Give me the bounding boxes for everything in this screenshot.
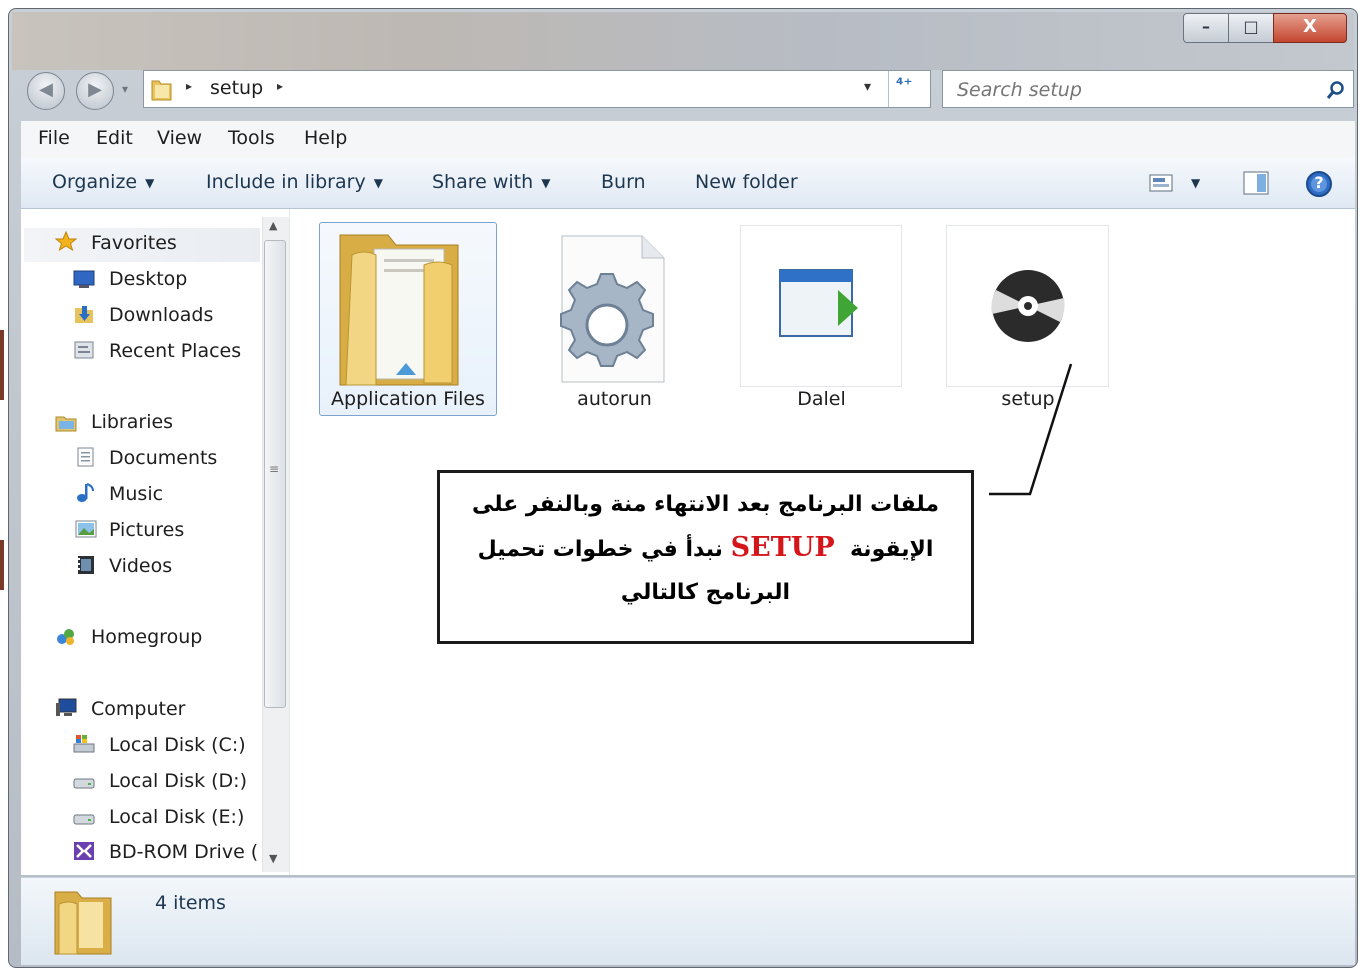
recent-places-icon bbox=[74, 341, 94, 359]
homegroup-icon bbox=[57, 629, 74, 645]
include-in-library-label: Include in library bbox=[206, 171, 366, 193]
breadcrumb-separator[interactable]: ▸ bbox=[277, 79, 283, 93]
system-drive-icon bbox=[73, 735, 95, 753]
item-count: 4 items bbox=[155, 892, 226, 914]
annotation-keyword: SETUP bbox=[730, 532, 835, 563]
folder-icon bbox=[54, 891, 112, 955]
annotation-word: نبدأ في خطوات تحميل bbox=[477, 537, 723, 562]
application-icon bbox=[779, 269, 858, 337]
search-input[interactable] bbox=[955, 78, 1299, 102]
bd-rom-drive-icon bbox=[74, 842, 94, 860]
file-item-dalel[interactable] bbox=[740, 222, 903, 416]
annotation-pointer bbox=[989, 363, 1073, 496]
preview-pane-icon[interactable] bbox=[1243, 171, 1269, 195]
views-dropdown[interactable]: ▼ bbox=[1191, 176, 1200, 190]
setup-disc-icon bbox=[991, 270, 1065, 342]
search-icon[interactable] bbox=[1326, 80, 1346, 100]
hard-drive-icon bbox=[73, 814, 95, 825]
file-item-autorun[interactable] bbox=[527, 222, 702, 416]
include-in-library-button[interactable]: Include in library ▼ bbox=[206, 171, 383, 193]
nav-downloads[interactable]: Downloads bbox=[109, 304, 213, 326]
nav-local-disk-e[interactable]: Local Disk (E:) bbox=[109, 806, 244, 828]
settings-file-icon bbox=[560, 235, 665, 383]
breadcrumb-item[interactable]: setup bbox=[210, 77, 263, 99]
downloads-icon bbox=[75, 306, 93, 323]
nav-pictures[interactable]: Pictures bbox=[109, 519, 184, 541]
views-icon[interactable] bbox=[1149, 174, 1173, 192]
organize-label: Organize bbox=[52, 171, 138, 193]
nav-music[interactable]: Music bbox=[109, 483, 163, 505]
annotation-line: الإيقونة SETUP نبدأ في خطوات تحميل bbox=[454, 526, 957, 571]
breadcrumb-separator: ▸ bbox=[186, 79, 193, 93]
annotation-callout: ملفات البرنامج بعد الانتهاء منة وبالنفر … bbox=[437, 470, 974, 644]
organize-button[interactable]: Organize ▼ bbox=[52, 171, 154, 193]
annotation-line: البرنامج كالتالي bbox=[620, 580, 791, 605]
new-folder-button[interactable]: New folder bbox=[695, 171, 798, 193]
menu-view[interactable]: View bbox=[157, 127, 202, 149]
scroll-down-arrow[interactable]: ▼ bbox=[269, 852, 277, 865]
share-with-label: Share with bbox=[432, 171, 534, 193]
annotation-text: ملفات البرنامج بعد الانتهاء منة وبالنفر … bbox=[454, 483, 957, 614]
page-edge-mark bbox=[0, 540, 4, 590]
nav-libraries[interactable]: Libraries bbox=[91, 411, 173, 433]
file-name: autorun bbox=[577, 388, 652, 410]
nav-homegroup[interactable]: Homegroup bbox=[91, 626, 202, 648]
nav-computer[interactable]: Computer bbox=[91, 698, 185, 720]
burn-button[interactable]: Burn bbox=[601, 171, 646, 193]
menu-tools[interactable]: Tools bbox=[228, 127, 275, 149]
desktop-icon bbox=[73, 270, 95, 288]
chevron-down-icon: ▼ bbox=[373, 175, 383, 190]
videos-icon bbox=[78, 556, 94, 574]
back-button[interactable]: ◀ bbox=[27, 72, 65, 110]
annotation-line: ملفات البرنامج بعد الانتهاء منة وبالنفر … bbox=[472, 492, 939, 517]
share-with-button[interactable]: Share with ▼ bbox=[432, 171, 550, 193]
search-box[interactable] bbox=[942, 70, 1354, 108]
file-item-application-files[interactable] bbox=[319, 222, 497, 416]
star-icon bbox=[55, 231, 77, 251]
status-bar: 4 items bbox=[21, 877, 1355, 965]
file-name: Application Files bbox=[331, 388, 485, 410]
file-name: Dalel bbox=[797, 388, 846, 410]
nav-local-disk-c[interactable]: Local Disk (C:) bbox=[109, 734, 246, 756]
nav-desktop[interactable]: Desktop bbox=[109, 268, 187, 290]
address-bar[interactable]: ▸ setup ▸ ▾ ⁴⁺ bbox=[143, 70, 931, 108]
nav-documents[interactable]: Documents bbox=[109, 447, 217, 469]
hard-drive-icon bbox=[73, 778, 95, 789]
help-glyph: ? bbox=[1314, 173, 1324, 192]
annotation-word: الإيقونة bbox=[849, 537, 934, 562]
documents-icon bbox=[77, 447, 94, 467]
nav-recent-places[interactable]: Recent Places bbox=[109, 340, 241, 362]
address-divider bbox=[888, 71, 889, 107]
maximize-button[interactable]: □ bbox=[1228, 13, 1274, 43]
menu-edit[interactable]: Edit bbox=[96, 127, 133, 149]
computer-icon bbox=[56, 698, 77, 716]
nav-videos[interactable]: Videos bbox=[109, 555, 172, 577]
menu-bar: File Edit View Tools Help bbox=[21, 121, 1355, 159]
minimize-button[interactable]: – bbox=[1183, 13, 1229, 43]
close-button[interactable]: X bbox=[1273, 13, 1347, 43]
music-icon bbox=[77, 483, 94, 502]
address-history-dropdown[interactable]: ▾ bbox=[864, 79, 871, 95]
scroll-grip-icon: ≡ bbox=[269, 462, 280, 476]
recent-pages-dropdown[interactable]: ▾ bbox=[122, 82, 128, 96]
nav-local-disk-d[interactable]: Local Disk (D:) bbox=[109, 770, 247, 792]
chevron-down-icon: ▼ bbox=[145, 175, 155, 190]
chevron-down-icon: ▼ bbox=[541, 175, 551, 190]
menu-help[interactable]: Help bbox=[304, 127, 347, 149]
page-edge-mark bbox=[0, 330, 4, 400]
forward-button[interactable]: ▶ bbox=[76, 72, 114, 110]
nav-favorites[interactable]: Favorites bbox=[91, 232, 177, 254]
menu-file[interactable]: File bbox=[38, 127, 70, 149]
refresh-icon[interactable]: ⁴⁺ bbox=[896, 75, 912, 95]
back-arrow-icon: ◀ bbox=[39, 79, 53, 100]
title-bar[interactable] bbox=[12, 12, 1354, 70]
forward-arrow-icon: ▶ bbox=[88, 79, 102, 100]
scroll-up-arrow[interactable]: ▲ bbox=[269, 219, 277, 232]
command-bar: Organize ▼ Include in library ▼ Share with… bbox=[21, 158, 1355, 209]
folder-icon bbox=[339, 234, 459, 386]
libraries-icon bbox=[55, 416, 77, 432]
pictures-icon bbox=[75, 520, 97, 538]
nav-bd-rom-drive[interactable]: BD-ROM Drive (C bbox=[109, 841, 259, 863]
folder-icon bbox=[151, 80, 172, 101]
